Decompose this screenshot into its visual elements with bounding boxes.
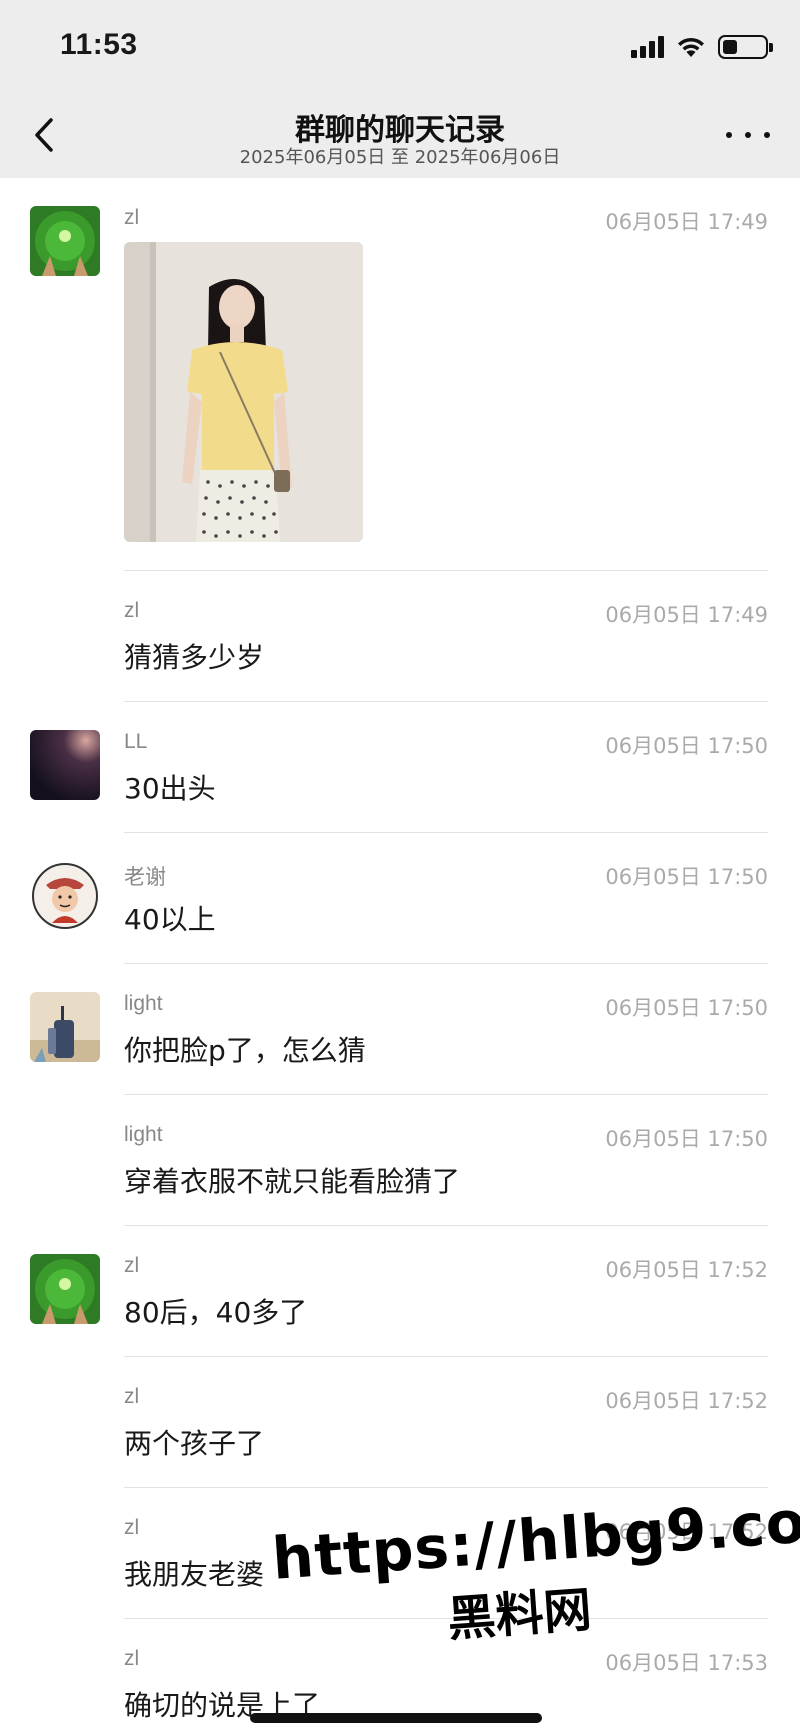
message-text: 30出头: [124, 772, 216, 805]
status-time: 11:53: [60, 28, 138, 61]
more-dot-icon: [764, 132, 770, 138]
message-time: 06月05日 17:50: [605, 996, 768, 1020]
wifi-icon: [678, 37, 704, 57]
avatar-suitcase[interactable]: [30, 992, 100, 1062]
message-item[interactable]: light 06月05日 17:50 穿着衣服不就只能看脸猜了: [0, 1095, 800, 1226]
message-text: 40以上: [124, 903, 216, 936]
sender-name: 老谢: [124, 866, 166, 889]
message-time: 06月05日 17:52: [605, 1258, 768, 1282]
message-time: 06月05日 17:49: [605, 603, 768, 627]
more-dot-icon: [726, 132, 732, 138]
more-button[interactable]: [726, 125, 770, 145]
message-item[interactable]: zl 06月05日 17:52 两个孩子了: [0, 1357, 800, 1488]
message-text: 猜猜多少岁: [124, 641, 265, 674]
sender-name: zl: [124, 1516, 140, 1539]
message-item[interactable]: 老谢 06月05日 17:50 40以上: [0, 833, 800, 964]
message-text: 你把脸p了，怎么猜: [124, 1034, 366, 1067]
date-range: 2025年06月05日 至 2025年06月06日: [239, 147, 561, 168]
photo-thumbnail[interactable]: [124, 242, 363, 542]
sender-name: zl: [124, 599, 140, 622]
avatar-cartoon-man[interactable]: [30, 861, 100, 931]
cellular-signal-icon: [631, 36, 664, 58]
more-dot-icon: [745, 132, 751, 138]
sender-name: LL: [124, 730, 148, 753]
sender-name: light: [124, 1123, 163, 1146]
message-item[interactable]: zl 06月05日 17:49: [0, 178, 800, 571]
message-text: 穿着衣服不就只能看脸猜了: [124, 1165, 461, 1198]
watermark-label: 黑料网: [445, 1581, 594, 1648]
message-time: 06月05日 17:50: [605, 734, 768, 758]
sender-name: zl: [124, 1385, 140, 1408]
message-text: 80后，40多了: [124, 1296, 308, 1329]
sender-name: zl: [124, 206, 140, 229]
message-time: 06月05日 17:53: [605, 1651, 768, 1675]
sender-name: zl: [124, 1647, 140, 1670]
status-icons: [631, 34, 773, 60]
message-item[interactable]: LL 06月05日 17:50 30出头: [0, 702, 800, 833]
message-text: 两个孩子了: [124, 1427, 265, 1460]
message-time: 06月05日 17:52: [605, 1389, 768, 1413]
sender-name: zl: [124, 1254, 140, 1277]
message-item[interactable]: light 06月05日 17:50 你把脸p了，怎么猜: [0, 964, 800, 1095]
avatar-green-leaf[interactable]: [30, 206, 100, 276]
message-time: 06月05日 17:49: [605, 210, 768, 234]
message-item[interactable]: zl 06月05日 17:52 80后，40多了: [0, 1226, 800, 1357]
nav-bar: 群聊的聊天记录 2025年06月05日 至 2025年06月06日: [0, 95, 800, 178]
home-indicator: [250, 1713, 542, 1723]
message-time: 06月05日 17:50: [605, 865, 768, 889]
battery-icon: [718, 35, 773, 59]
avatar-dark-sky[interactable]: [30, 730, 100, 800]
sender-name: light: [124, 992, 163, 1015]
status-bar: 11:53: [0, 0, 800, 95]
message-item[interactable]: zl 06月05日 17:49 猜猜多少岁: [0, 571, 800, 702]
avatar-green-leaf[interactable]: [30, 1254, 100, 1324]
message-time: 06月05日 17:50: [605, 1127, 768, 1151]
message-text: 我朋友老婆: [124, 1558, 265, 1591]
